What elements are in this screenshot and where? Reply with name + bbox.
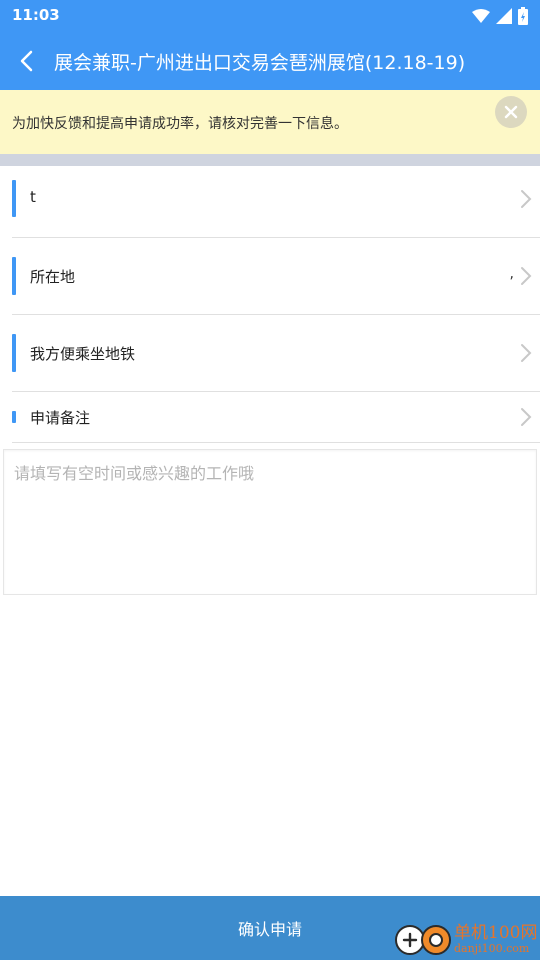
row-value: ,: [509, 266, 514, 282]
watermark-logo-icon: [395, 925, 451, 955]
back-button[interactable]: [10, 45, 42, 77]
chevron-right-icon: [521, 408, 532, 426]
form-row-name[interactable]: t: [12, 166, 540, 238]
form-row-location[interactable]: 所在地 ,: [12, 238, 540, 315]
watermark-url: danji100.com: [454, 942, 530, 955]
close-icon: [504, 105, 518, 119]
app-header: 展会兼职-广州进出口交易会琶洲展馆(12.18-19): [0, 32, 540, 90]
back-arrow-icon: [20, 50, 33, 72]
chevron-right-icon: [521, 344, 532, 362]
confirm-apply-label: 确认申请: [237, 920, 302, 939]
notes-box: [3, 449, 537, 595]
required-indicator: [12, 334, 16, 372]
chevron-right-icon: [521, 267, 532, 285]
row-label: 申请备注: [30, 409, 91, 427]
page-title: 展会兼职-广州进出口交易会琶洲展馆(12.18-19): [54, 52, 466, 74]
wifi-icon: [472, 9, 490, 23]
status-time: 11:03: [12, 6, 60, 24]
row-label: t: [30, 188, 36, 206]
notes-input[interactable]: [4, 450, 536, 594]
form-row-notes[interactable]: 申请备注: [12, 392, 540, 443]
status-icons: [472, 5, 528, 27]
notice-text: 为加快反馈和提高申请成功率，请核对完善一下信息。: [12, 116, 348, 132]
required-indicator: [12, 180, 16, 217]
required-indicator: [12, 257, 16, 295]
section-divider: [0, 154, 540, 166]
chevron-right-icon: [521, 190, 532, 208]
notes-indicator: [12, 411, 16, 423]
watermark-text: 单机100网: [454, 923, 538, 943]
watermark: 单机100网 danji100.com: [392, 916, 540, 960]
row-label: 所在地: [30, 268, 76, 286]
battery-icon: [518, 7, 528, 25]
notice-banner: 为加快反馈和提高申请成功率，请核对完善一下信息。: [0, 90, 540, 154]
signal-icon: [496, 8, 512, 24]
row-label: 我方便乘坐地铁: [30, 345, 136, 363]
notice-close-button[interactable]: [495, 96, 527, 128]
status-bar: 11:03: [0, 0, 540, 32]
form-row-subway[interactable]: 我方便乘坐地铁: [12, 315, 540, 392]
